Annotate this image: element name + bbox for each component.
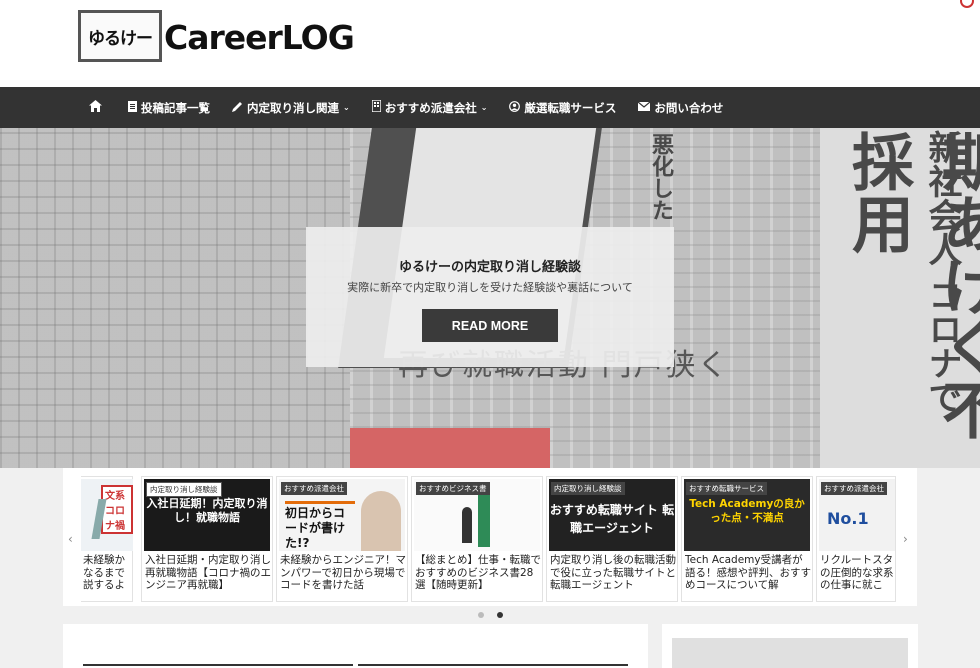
carousel-dot[interactable] bbox=[478, 612, 484, 618]
card-category: おすすめ派遣会社 bbox=[821, 482, 887, 495]
nav-contact[interactable]: お問い合わせ bbox=[627, 87, 734, 128]
card-title: 入社日延期・内定取り消し再就職物語【コロナ禍のエンジニア再就職】 bbox=[145, 554, 271, 591]
document-icon bbox=[128, 100, 137, 115]
card-title: 内定取り消し後の転職活動で役に立った転職サイトと転職エージェント bbox=[550, 554, 676, 591]
card-thumb-text: No.1 bbox=[827, 509, 869, 528]
nav-offer-cancel-label: 内定取り消し関連 bbox=[247, 100, 339, 115]
card-title: 未経験からエンジニア！マンパワーで初日から現場でコードを書けた話 bbox=[280, 554, 406, 591]
card-category: 内定取り消し経験談 bbox=[551, 482, 625, 495]
corner-circle-icon bbox=[960, 0, 974, 8]
section-divider bbox=[83, 664, 353, 666]
section-divider bbox=[358, 664, 628, 666]
card-thumb-text: おすすめ転職サイト 転職エージェント bbox=[549, 503, 675, 535]
hero-title: ゆるけーの内定取り消し経験談 bbox=[398, 260, 581, 275]
carousel-card[interactable]: 内定取り消し経験談 入社日延期！内定取り消し！就職物語 入社日延期・内定取り消し… bbox=[141, 476, 273, 602]
card-title: 未経験かなるまで説するよ bbox=[83, 554, 125, 591]
nav-contact-label: お問い合わせ bbox=[654, 100, 724, 115]
carousel-card[interactable]: おすすめ派遣会社 初日からコードが書けた!? 未経験からエンジニア！マンパワーで… bbox=[276, 476, 408, 602]
chevron-down-icon: ⌄ bbox=[480, 103, 488, 112]
user-circle-icon bbox=[509, 100, 521, 115]
nav-career-services-label: 厳選転職サービス bbox=[524, 100, 617, 115]
logo-mark-text: ゆるけー bbox=[88, 28, 153, 49]
home-icon bbox=[89, 100, 102, 115]
card-title: Tech Academy受講者が語る！感想や評判、おすすめコースについて解 bbox=[685, 554, 811, 591]
card-category: おすすめ派遣会社 bbox=[281, 482, 347, 495]
main-nav: 投稿記事一覧 内定取り消し関連 ⌄ おすすめ派遣会社 ⌄ 厳選転職サービス お問… bbox=[0, 87, 980, 128]
carousel-card[interactable]: おすすめビジネス書 【総まとめ】仕事・転職でおすすめのビジネス書28選【随時更新… bbox=[411, 476, 543, 602]
carousel-card[interactable]: おすすめ派遣会社 No.1 リクルートスタの圧倒的な求系の仕事に就こ bbox=[816, 476, 896, 602]
post-carousel: ‹ › 文系 コロナ禍 未経験かなるまで説するよ 内定取り消し経験談 入社日延期… bbox=[63, 468, 917, 606]
carousel-card[interactable]: 内定取り消し経験談 おすすめ転職サイト 転職エージェント 内定取り消し後の転職活… bbox=[546, 476, 678, 602]
card-category: おすすめ転職サービス bbox=[686, 482, 767, 495]
nav-home[interactable] bbox=[78, 87, 117, 128]
envelope-icon bbox=[638, 101, 651, 114]
sidebar-widget bbox=[672, 638, 908, 668]
chevron-down-icon: ⌄ bbox=[343, 103, 350, 112]
sidebar-panel bbox=[662, 624, 918, 668]
nav-dispatch-label: おすすめ派遣会社 bbox=[384, 100, 477, 115]
card-thumb-text: 文系 コロナ禍 bbox=[101, 485, 133, 534]
hero-caption-box: ゆるけーの内定取り消し経験談 実際に新卒で内定取り消しを受けた経験談や裏話につい… bbox=[306, 227, 674, 367]
card-category: 内定取り消し経験談 bbox=[146, 482, 222, 497]
card-title: リクルートスタの圧倒的な求系の仕事に就こ bbox=[820, 554, 894, 591]
card-category: おすすめビジネス書 bbox=[416, 482, 490, 495]
carousel-pagination bbox=[0, 612, 980, 620]
pencil-icon bbox=[232, 101, 243, 115]
carousel-card[interactable]: 文系 コロナ禍 未経験かなるまで説するよ bbox=[81, 476, 133, 602]
site-header: ゆるけー CareerLOG bbox=[0, 0, 980, 87]
main-content-panel bbox=[63, 624, 648, 668]
card-thumb-text: 初日からコードが書けた!? bbox=[285, 501, 355, 551]
building-icon bbox=[371, 99, 382, 115]
door-illustration bbox=[478, 495, 490, 547]
card-title: 【総まとめ】仕事・転職でおすすめのビジネス書28選【随時更新】 bbox=[415, 554, 541, 591]
person-illustration bbox=[462, 507, 472, 543]
person-photo bbox=[361, 491, 401, 551]
carousel-card[interactable]: おすすめ転職サービス Tech Academyの良かった点・不満点 Tech A… bbox=[681, 476, 813, 602]
nav-posts-label: 投稿記事一覧 bbox=[141, 100, 210, 115]
card-thumb-text: Tech Academyの良かった点・不満点 bbox=[689, 498, 805, 524]
read-more-button[interactable]: READ MORE bbox=[422, 309, 558, 342]
card-thumb-text: 入社日延期！内定取り消し！就職物語 bbox=[146, 497, 268, 524]
nav-posts[interactable]: 投稿記事一覧 bbox=[117, 87, 221, 128]
nav-offer-cancel[interactable]: 内定取り消し関連 ⌄ bbox=[221, 87, 361, 128]
nav-dispatch[interactable]: おすすめ派遣会社 ⌄ bbox=[361, 87, 499, 128]
nav-career-services[interactable]: 厳選転職サービス bbox=[498, 87, 627, 128]
site-logo-text[interactable]: CareerLOG bbox=[164, 18, 355, 57]
hero-subtitle: 実際に新卒で内定取り消しを受けた経験談や裏話について bbox=[347, 281, 633, 294]
carousel-dot-active[interactable] bbox=[497, 612, 503, 618]
logo-mark[interactable]: ゆるけー bbox=[78, 10, 162, 62]
